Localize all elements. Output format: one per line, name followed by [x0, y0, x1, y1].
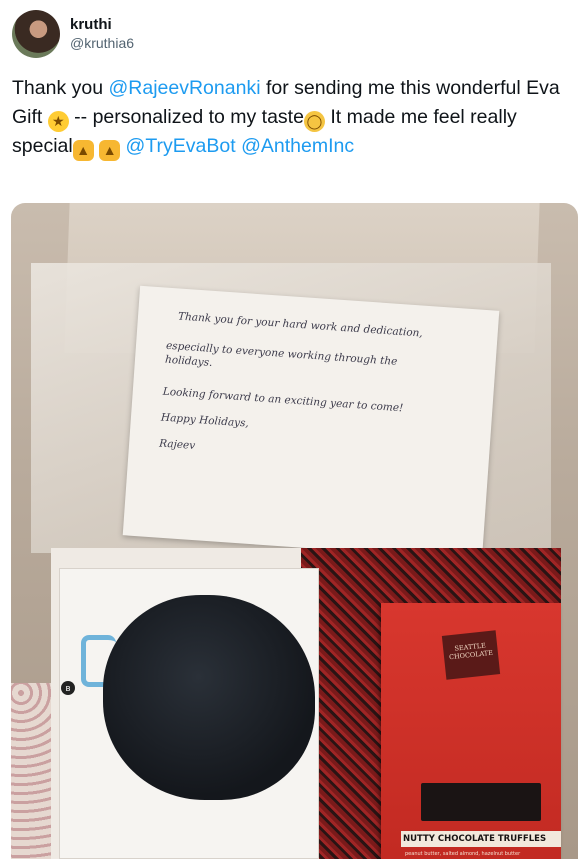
thumbs-up-emoji-icon: ▲: [72, 140, 94, 161]
tweet-photo[interactable]: Thank you for your hard work and dedicat…: [11, 203, 578, 859]
tweet-text-part: -- personalized to my taste: [68, 106, 304, 128]
note-line: Thank you for your hard work and dedicat…: [177, 310, 424, 340]
tweet-text-part: Thank you: [12, 77, 109, 99]
note-line: Rajeev: [158, 437, 196, 452]
avatar[interactable]: [12, 10, 60, 58]
note-line: Happy Holidays,: [160, 411, 250, 430]
note-line: holidays.: [164, 353, 213, 369]
tweet-header: kruthi @kruthia6: [12, 10, 134, 58]
author-info: kruthi @kruthia6: [70, 16, 134, 52]
thumbs-up-emoji-icon: ▲: [99, 140, 121, 161]
truffle-window: [421, 783, 541, 821]
mention-link[interactable]: @RajeevRonanki: [108, 77, 260, 99]
product-flavors: peanut butter, salted almond, hazelnut b…: [405, 851, 521, 857]
tablecloth: [11, 683, 51, 859]
user-handle[interactable]: @kruthia6: [70, 35, 134, 53]
product-name: NUTTY CHOCOLATE TRUFFLES: [401, 831, 561, 847]
note-line: Looking forward to an exciting year to c…: [162, 385, 404, 415]
truffle-box: SEATTLE CHOCOLATE NUTTY CHOCOLATE TRUFFL…: [381, 603, 561, 859]
ok-hand-emoji-icon: ◯: [303, 111, 325, 132]
tweet-text: Thank you @RajeevRonanki for sending me …: [12, 74, 574, 161]
display-name[interactable]: kruthi: [70, 16, 134, 35]
mention-link[interactable]: @AnthemInc: [241, 135, 354, 157]
mention-link[interactable]: @TryEvaBot: [126, 135, 236, 157]
bluetooth-icon: ʙ: [61, 681, 75, 695]
brand-badge: SEATTLE CHOCOLATE: [441, 630, 501, 680]
thank-you-note: Thank you for your hard work and dedicat…: [122, 285, 500, 561]
bluetooth-speaker: [103, 595, 315, 800]
star-struck-emoji-icon: ★: [47, 111, 69, 132]
